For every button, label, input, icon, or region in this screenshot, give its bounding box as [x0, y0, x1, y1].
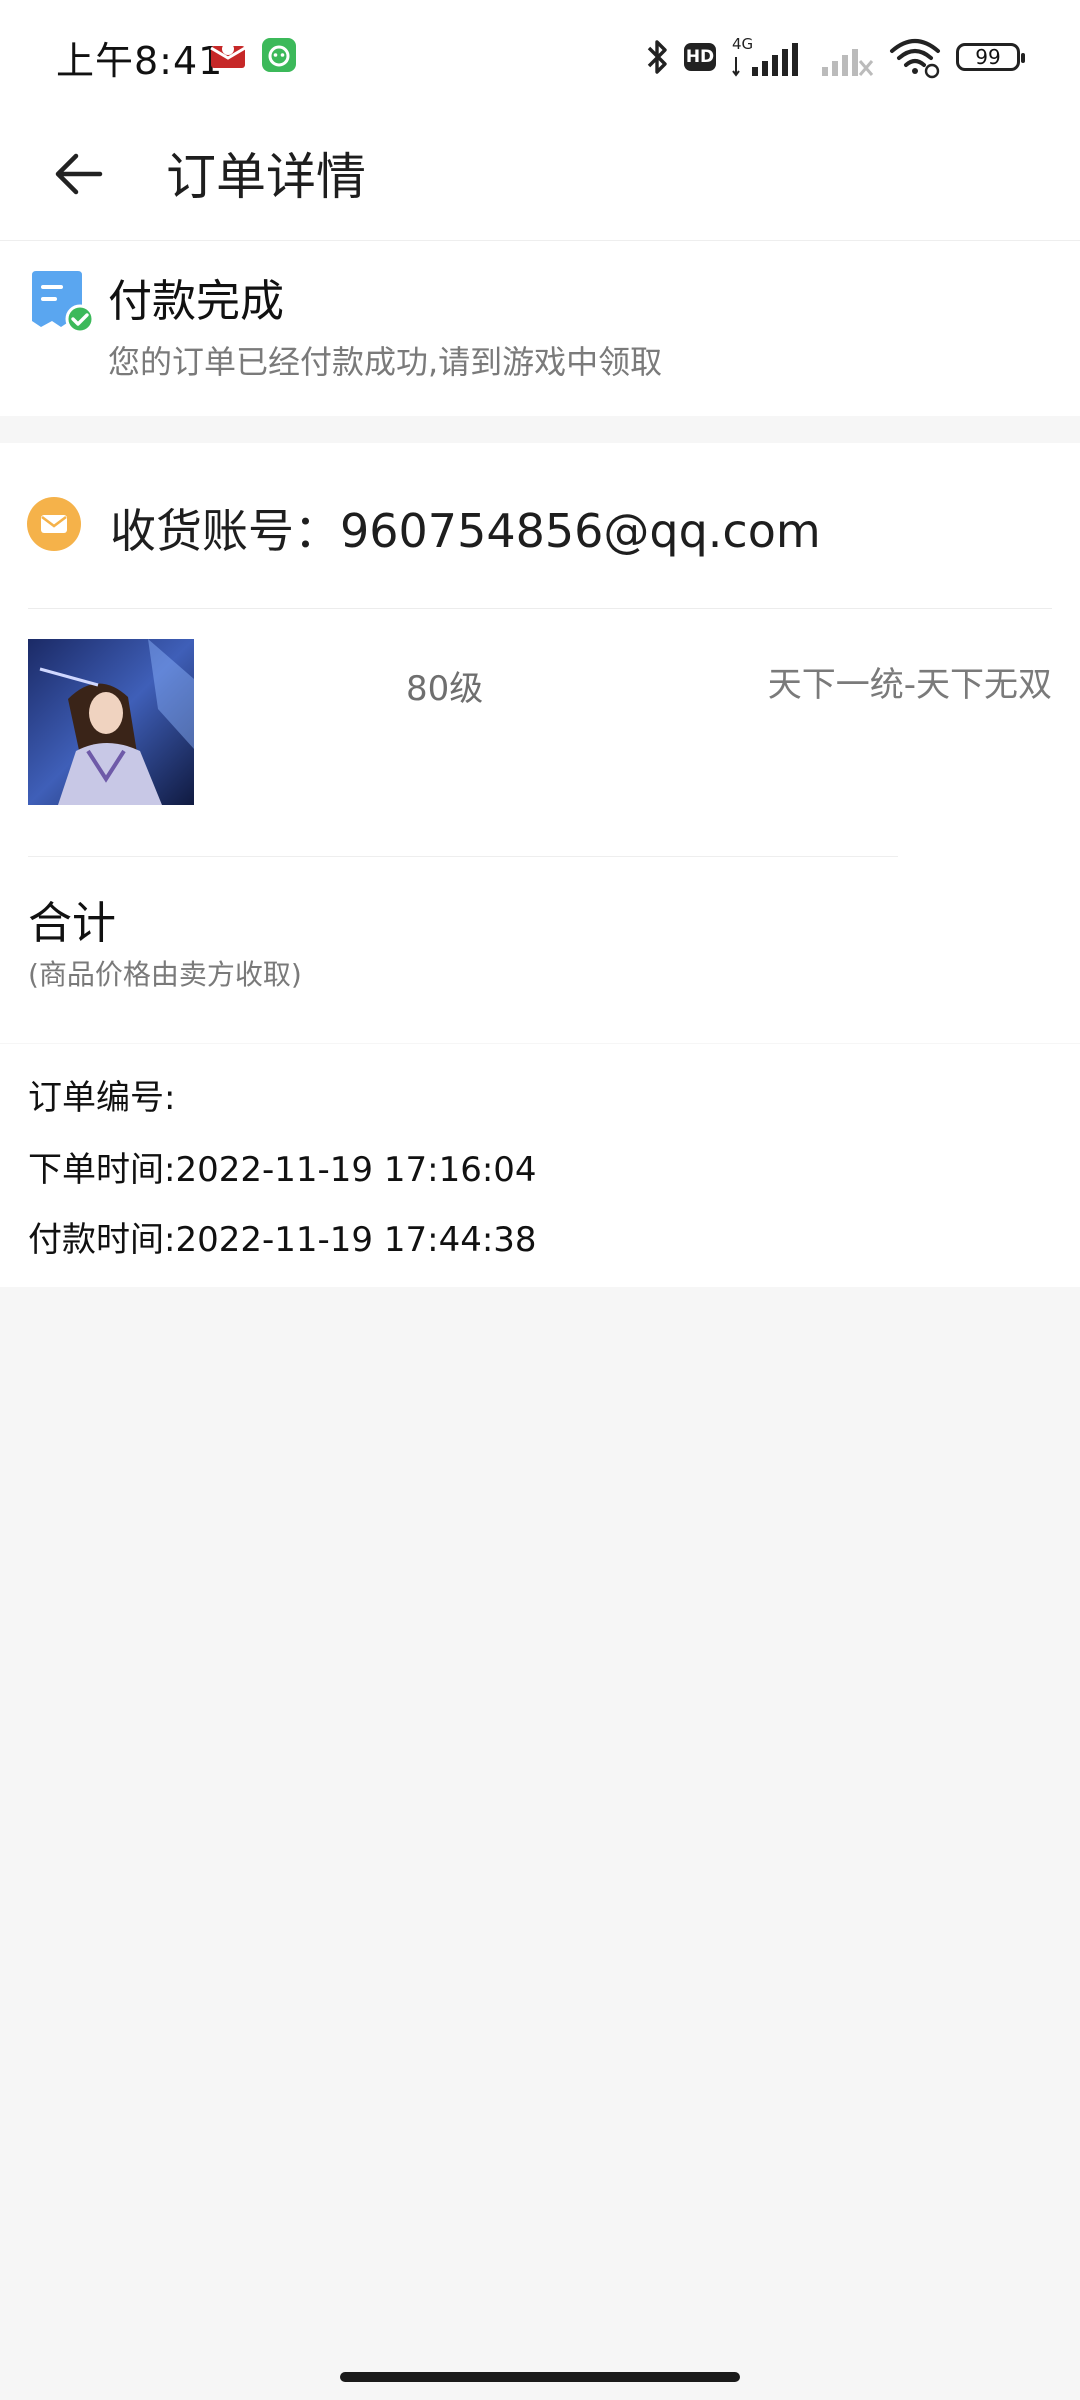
page-title: 订单详情: [166, 148, 366, 206]
order-number[interactable]: 订单编号:: [28, 1070, 175, 1119]
order-status-card: 付款完成 您的订单已经付款成功,请到游戏中领取: [0, 241, 1080, 416]
app-notification-icon: [262, 38, 296, 72]
delivery-account: 收货账号：960754856@qq.com: [110, 504, 821, 558]
order-status-title: 付款完成: [108, 276, 284, 327]
back-arrow-icon: [55, 153, 103, 195]
total-label: 合计: [28, 898, 116, 949]
product-row[interactable]: 80级 天下一统-天下无双: [0, 609, 1080, 849]
order-time: 下单时间:2022-11-19 17:16:04: [28, 1150, 537, 1190]
total-note: (商品价格由卖方收取): [28, 958, 302, 991]
page-header: 订单详情: [0, 116, 1080, 241]
payment-success-icon: [32, 271, 94, 334]
status-time: 上午8:41: [56, 39, 224, 83]
product-server: 天下一统-天下无双: [767, 665, 1052, 705]
product-level: 80级: [406, 669, 484, 709]
battery-indicator: 99: [956, 43, 1025, 71]
divider: [28, 856, 898, 857]
network-type-label: 4G: [732, 35, 753, 53]
order-info-card: 订单编号: 下单时间:2022-11-19 17:16:04 付款时间:2022…: [0, 1044, 1080, 1287]
bluetooth-icon: [647, 40, 667, 74]
hd-badge: HD: [684, 43, 716, 71]
product-thumbnail: [28, 639, 194, 805]
signal-4g-icon: 4G: [732, 35, 798, 77]
signal-no-service-icon: [822, 49, 874, 76]
pay-time: 付款时间:2022-11-19 17:44:38: [28, 1220, 537, 1260]
wifi-icon: [890, 39, 940, 79]
red-envelope-icon: [210, 43, 246, 68]
order-status-description: 您的订单已经付款成功,请到游戏中领取: [108, 343, 663, 381]
status-icons: HD 4G 99: [646, 30, 1025, 84]
delivery-account-row: 收货账号：960754856@qq.com: [0, 443, 1080, 608]
home-indicator[interactable]: [340, 2372, 740, 2382]
mail-icon: [27, 497, 81, 551]
status-bar: 上午8:41 HD 4G 99: [0, 0, 1080, 116]
back-button[interactable]: [40, 136, 116, 212]
order-detail-card: 收货账号：960754856@qq.com 80级 天下一统-天下无双 合计 (…: [0, 443, 1080, 1043]
